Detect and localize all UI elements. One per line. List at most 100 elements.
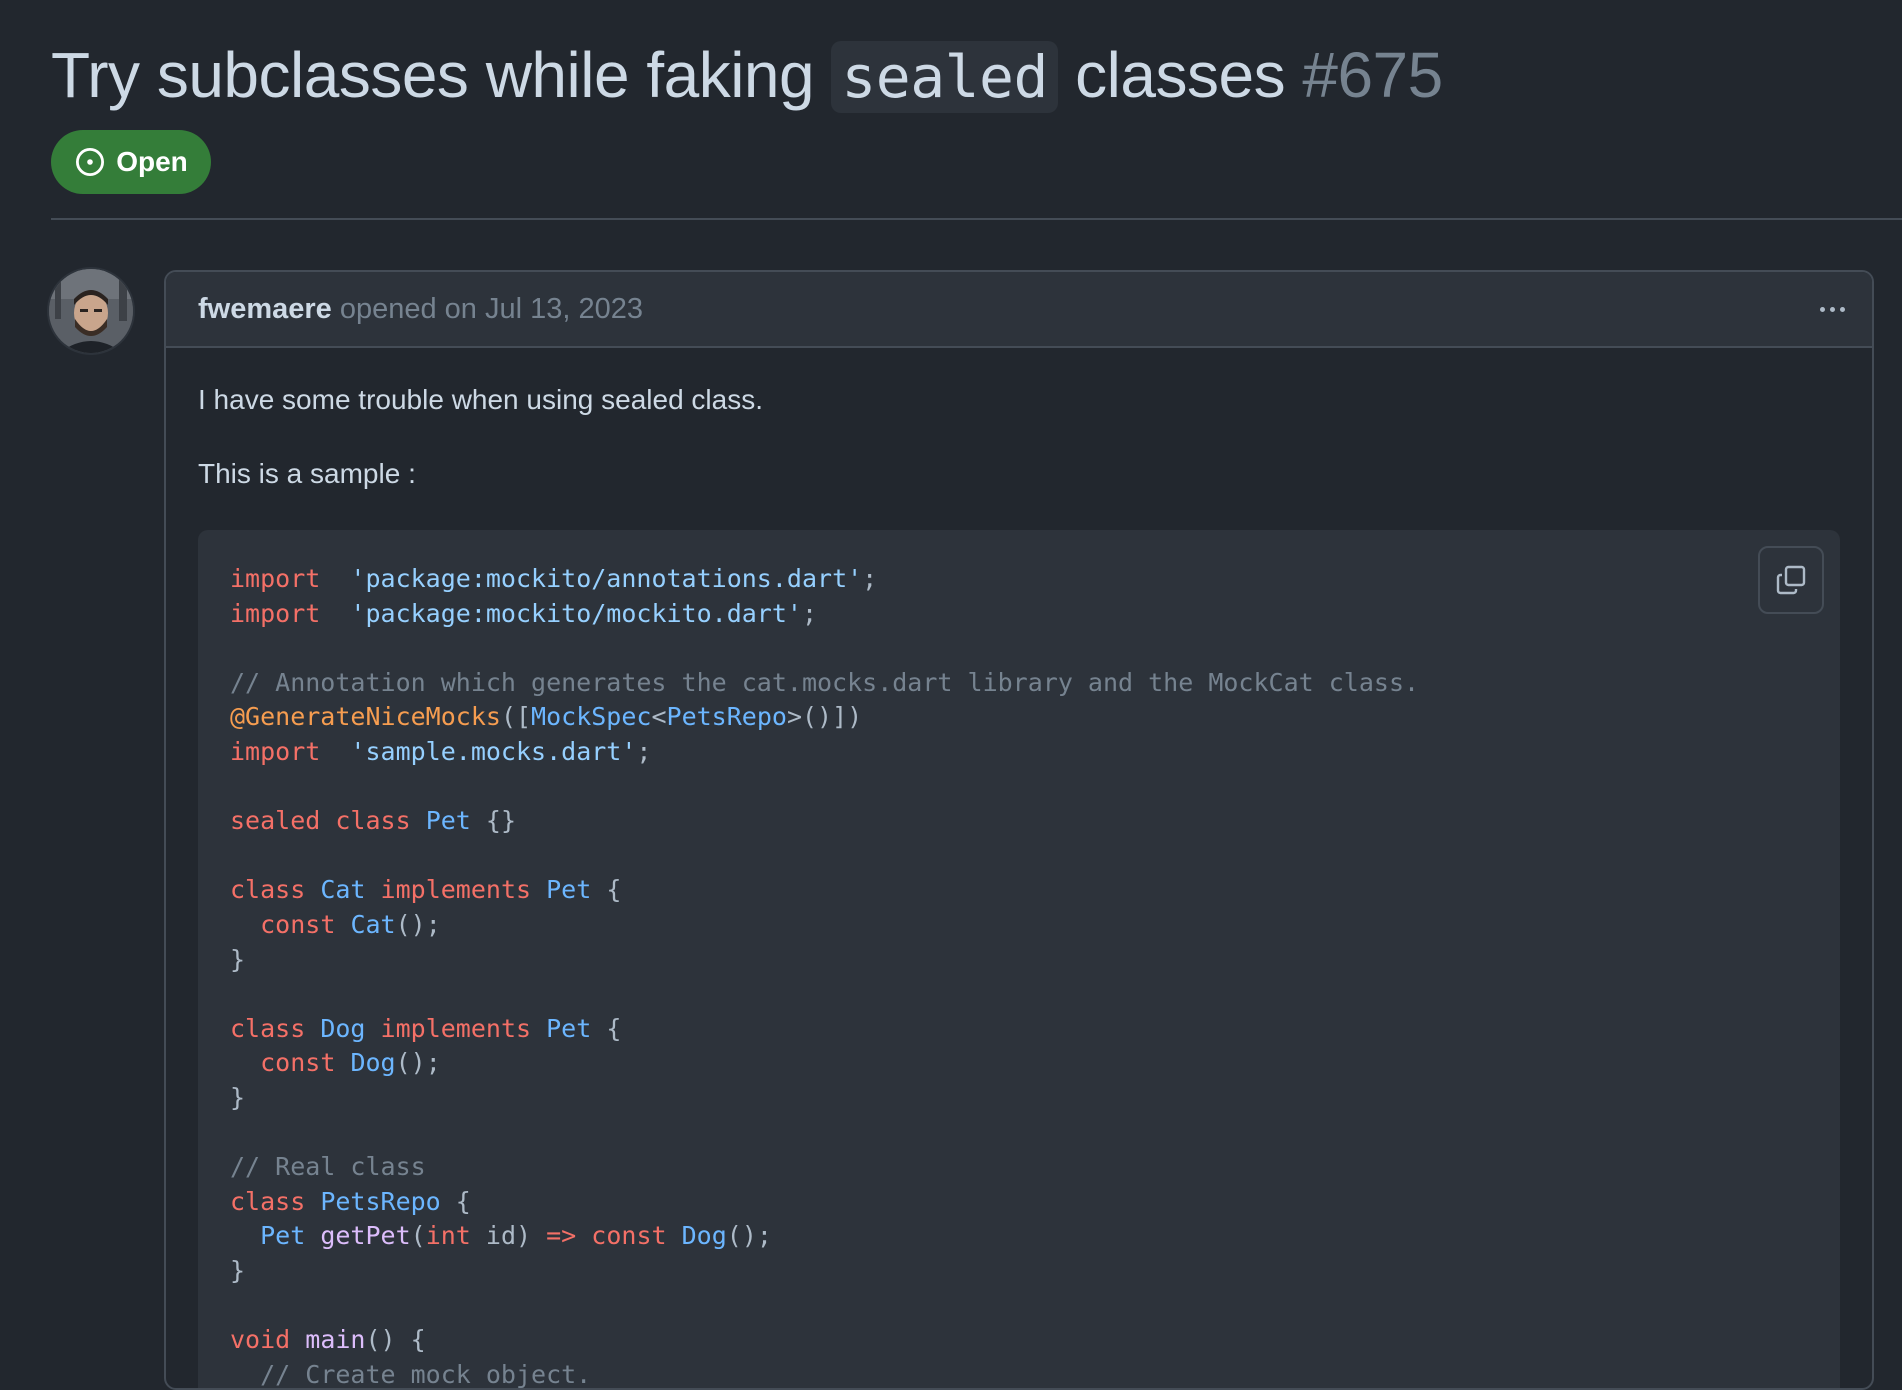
avatar-image <box>49 269 133 353</box>
code-token: id) <box>470 1221 547 1251</box>
author-avatar[interactable] <box>49 269 133 353</box>
code-token: } <box>230 1082 246 1112</box>
comment-paragraph: This is a sample : <box>198 458 416 489</box>
issue-title-text-after: classes <box>1057 39 1303 111</box>
code-line: // Create mock object. <box>230 1358 1419 1389</box>
code-token: PetsRepo <box>666 702 787 732</box>
code-token: // Create mock object. <box>260 1359 592 1389</box>
code-token: getPet <box>320 1221 411 1251</box>
code-token: import <box>230 564 321 593</box>
code-line: const Cat(); <box>230 908 1419 943</box>
code-token: Pet <box>546 1013 592 1043</box>
issue-opened-icon <box>76 147 105 177</box>
code-token: ; <box>636 736 652 766</box>
code-line: const Dog(); <box>230 1046 1419 1081</box>
comment-header: fwemaere opened on Jul 13, 2023 <box>166 272 1872 348</box>
code-token: const <box>260 1048 336 1078</box>
code-token: (); <box>726 1221 772 1251</box>
code-token: Dog <box>320 1013 366 1043</box>
comment-timestamp[interactable]: opened on Jul 13, 2023 <box>340 293 643 326</box>
code-line: class Dog implements Pet { <box>230 1012 1419 1047</box>
code-token: class <box>335 806 411 836</box>
code-token: void <box>230 1325 291 1355</box>
code-token: { <box>591 1013 622 1043</box>
code-line: Pet getPet(int id) => const Dog(); <box>230 1219 1419 1254</box>
code-token: { <box>591 875 622 905</box>
code-token: implements <box>380 1013 532 1043</box>
code-line: } <box>230 943 1419 978</box>
code-token: Cat <box>350 909 396 939</box>
issue-title: Try subclasses while faking sealed class… <box>51 30 1443 122</box>
code-token: } <box>230 944 246 974</box>
code-token: implements <box>380 875 532 905</box>
code-line: import 'package:mockito/mockito.dart'; <box>230 597 1419 632</box>
code-line: @GenerateNiceMocks([MockSpec<PetsRepo>()… <box>230 700 1419 735</box>
code-token: class <box>230 875 306 905</box>
comment-paragraph: I have some trouble when using sealed cl… <box>198 384 763 415</box>
code-token: (); <box>395 909 441 939</box>
code-token: import <box>230 598 321 628</box>
issue-comment: fwemaere opened on Jul 13, 2023 I have s… <box>164 270 1874 1390</box>
code-line: } <box>230 1254 1419 1289</box>
kebab-horizontal-icon[interactable] <box>1812 294 1852 324</box>
code-token: 'package:mockito/annotations.dart' <box>350 564 863 593</box>
issue-title-code: sealed <box>831 41 1058 113</box>
code-token: Pet <box>260 1221 306 1251</box>
code-line: class Cat implements Pet { <box>230 873 1419 908</box>
header-divider <box>51 218 1902 220</box>
issue-title-text-before: Try subclasses while faking <box>51 39 832 111</box>
code-line: import 'package:mockito/annotations.dart… <box>230 562 1419 597</box>
code-token: const <box>591 1221 667 1251</box>
code-token: () { <box>365 1325 426 1355</box>
code-token: // Real class <box>230 1152 426 1182</box>
code-token: import <box>230 736 321 766</box>
code-line: // Real class <box>230 1150 1419 1185</box>
code-line: void main() { <box>230 1323 1419 1358</box>
copy-icon <box>1776 565 1806 595</box>
code-token: ( <box>410 1221 426 1251</box>
copy-code-button[interactable] <box>1758 546 1824 614</box>
code-token: { <box>440 1186 471 1216</box>
code-token: @GenerateNiceMocks <box>230 702 501 732</box>
code-token: MockSpec <box>531 702 652 732</box>
issue-state-badge: Open <box>51 130 211 194</box>
code-token: Cat <box>320 875 366 905</box>
code-token: } <box>230 1255 246 1285</box>
code-line: import 'sample.mocks.dart'; <box>230 735 1419 770</box>
code-token: Pet <box>546 875 592 905</box>
code-token: {} <box>470 806 517 836</box>
comment-author-link[interactable]: fwemaere <box>198 293 332 326</box>
code-line: // Annotation which generates the cat.mo… <box>230 666 1419 701</box>
code-token: Dog <box>350 1048 396 1078</box>
code-line: } <box>230 1081 1419 1116</box>
code-token: 'sample.mocks.dart' <box>350 736 637 766</box>
issue-state-label: Open <box>116 146 188 177</box>
code-token: => <box>546 1221 577 1251</box>
code-token: const <box>260 909 336 939</box>
